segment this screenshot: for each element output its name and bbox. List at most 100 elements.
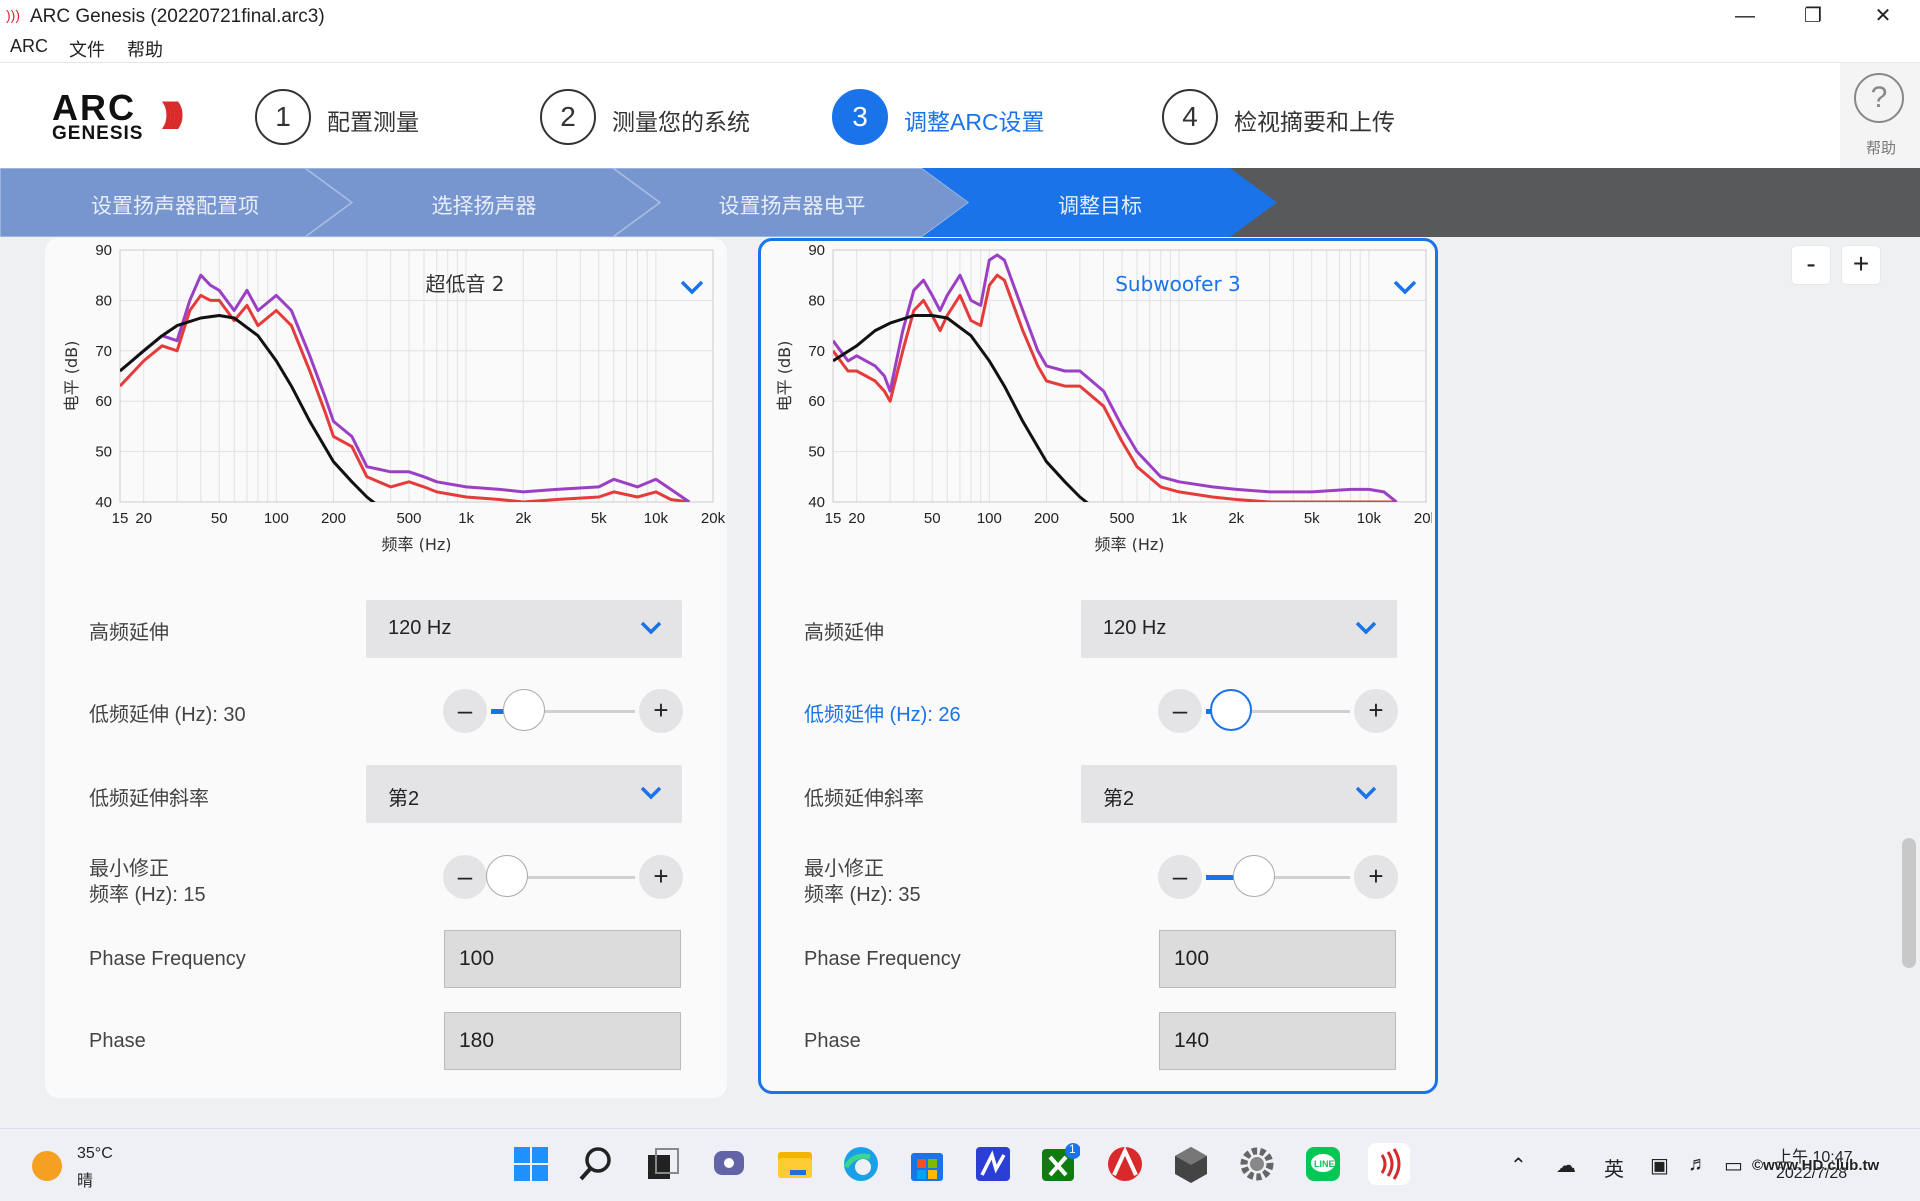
frequency-response-chart: 90 80 70 60 50 4015 20 50 100 200 500 1k 2k 5k 10k 20k 频…	[62, 242, 726, 554]
slider-knob[interactable]	[486, 855, 528, 897]
chevron-up-icon[interactable]: ⌃	[1510, 1153, 1527, 1178]
chat-icon[interactable]	[708, 1143, 750, 1185]
volume-icon[interactable]: ♬	[1688, 1153, 1708, 1176]
file-explorer-icon[interactable]	[774, 1143, 816, 1185]
vertical-scrollbar[interactable]	[1902, 838, 1916, 968]
zoom-out-button[interactable]: -	[1792, 246, 1830, 284]
settings-gear-icon[interactable]	[1236, 1143, 1278, 1185]
menu-file[interactable]: 文件	[69, 36, 105, 62]
line-app-icon[interactable]: LINE	[1302, 1143, 1344, 1185]
question-icon: ?	[1854, 73, 1904, 123]
y-axis-label: 电平 (dB)	[62, 341, 81, 412]
series-line-3	[120, 314, 376, 502]
app-icon-blue[interactable]	[972, 1143, 1014, 1185]
onedrive-icon[interactable]: ☁	[1556, 1153, 1576, 1178]
y-tick-label: 70	[808, 343, 825, 360]
x-tick-label: 10k	[1357, 510, 1382, 527]
y-tick-label: 50	[808, 444, 825, 461]
restore-button[interactable]: ❐	[1778, 0, 1848, 32]
title-bar: ))) ARC Genesis (20220721final.arc3) — ❐…	[0, 0, 1920, 32]
x-tick-label: 50	[924, 510, 941, 527]
min-correction-freq-label: 频率 (Hz): 15	[89, 884, 206, 906]
windows-start-icon[interactable]	[510, 1143, 552, 1185]
min-plus-button[interactable]: +	[1354, 855, 1398, 899]
notification-badge: 1	[1069, 1142, 1076, 1156]
min-minus-button[interactable]: –	[443, 855, 487, 899]
xbox-icon[interactable]: 1	[1038, 1142, 1081, 1185]
lf-extension-slider[interactable]: – +	[443, 686, 683, 736]
lf-plus-button[interactable]: +	[1354, 689, 1398, 733]
x-tick-label: 10k	[644, 510, 669, 527]
x-tick-label: 20k	[701, 510, 726, 527]
min-minus-button[interactable]: –	[1158, 855, 1202, 899]
minimize-button[interactable]: —	[1710, 0, 1780, 32]
y-tick-label: 90	[808, 242, 825, 259]
x-tick-label: 200	[1034, 510, 1059, 527]
search-icon[interactable]	[576, 1143, 618, 1185]
min-correction-slider[interactable]: – +	[1158, 852, 1398, 902]
task-view-icon[interactable]	[642, 1143, 684, 1185]
weather-temp: 35°C	[77, 1145, 113, 1162]
min-correction-freq-label: 频率 (Hz): 35	[804, 884, 921, 906]
x-tick-label: 50	[211, 510, 228, 527]
speaker-select-chevron-icon[interactable]	[1393, 280, 1417, 295]
speaker-name-label: Subwoofer 3	[1115, 272, 1241, 296]
min-plus-button[interactable]: +	[639, 855, 683, 899]
battery-icon[interactable]: ▭	[1724, 1153, 1743, 1178]
cube-app-icon[interactable]	[1170, 1143, 1212, 1185]
zoom-in-button[interactable]: +	[1842, 246, 1880, 284]
affinity-icon[interactable]	[1104, 1143, 1146, 1185]
sub-steps-bar: 设置扬声器配置项 选择扬声器 设置扬声器电平 调整目标	[0, 168, 1920, 237]
phase-label: Phase	[89, 1030, 146, 1052]
x-axis-label: 频率 (Hz)	[381, 535, 451, 554]
x-tick-label: 1k	[458, 510, 474, 527]
network-icon[interactable]: ▣	[1650, 1153, 1669, 1178]
phase-input[interactable]: 140	[1159, 1012, 1396, 1070]
sound-waves-icon: ))))	[162, 97, 184, 130]
lf-plus-button[interactable]: +	[639, 689, 683, 733]
lf-minus-button[interactable]: –	[1158, 689, 1202, 733]
y-tick-label: 80	[95, 292, 112, 309]
lf-extension-label: 低频延伸 (Hz): 30	[89, 704, 246, 726]
slider-knob[interactable]	[1209, 689, 1252, 731]
lf-slope-dropdown[interactable]: 第2	[366, 765, 682, 823]
hf-extension-dropdown[interactable]: 120 Hz	[1081, 600, 1397, 658]
x-tick-label: 1k	[1171, 510, 1187, 527]
speaker-select-chevron-icon[interactable]	[680, 280, 704, 295]
input-language[interactable]: 英	[1604, 1153, 1624, 1182]
x-tick-label: 20	[135, 510, 152, 527]
lf-extension-slider[interactable]: – +	[1158, 686, 1398, 736]
x-tick-label: 20	[848, 510, 865, 527]
slider-knob[interactable]	[503, 689, 546, 731]
x-tick-label: 15	[112, 510, 129, 527]
x-tick-label: 5k	[591, 510, 607, 527]
x-tick-label: 15	[825, 510, 842, 527]
edge-browser-icon[interactable]	[840, 1143, 882, 1185]
sun-icon[interactable]	[32, 1151, 62, 1181]
x-tick-label: 200	[321, 510, 346, 527]
arc-genesis-taskbar-icon[interactable]	[1368, 1143, 1410, 1185]
phase-frequency-input[interactable]: 100	[444, 930, 681, 988]
slider-knob[interactable]	[1232, 855, 1275, 897]
y-tick-label: 60	[95, 393, 112, 410]
lf-slope-dropdown[interactable]: 第2	[1081, 765, 1397, 823]
lf-minus-button[interactable]: –	[443, 689, 487, 733]
close-button[interactable]: ✕	[1848, 0, 1918, 32]
y-tick-label: 70	[95, 343, 112, 360]
phase-frequency-label: Phase Frequency	[89, 948, 246, 970]
app-icon: )))	[6, 7, 20, 23]
hf-extension-dropdown[interactable]: 120 Hz	[366, 600, 682, 658]
speaker-name-label: 超低音 2	[425, 272, 504, 296]
menu-arc[interactable]: ARC	[10, 36, 48, 57]
svg-text:LINE: LINE	[1314, 1159, 1335, 1169]
min-correction-slider[interactable]: – +	[443, 852, 683, 902]
help-button[interactable]: ? 帮助	[1840, 63, 1920, 169]
store-icon[interactable]	[906, 1143, 948, 1185]
phase-frequency-label: Phase Frequency	[804, 948, 961, 970]
x-tick-label: 5k	[1304, 510, 1320, 527]
phase-frequency-input[interactable]: 100	[1159, 930, 1396, 988]
phase-input[interactable]: 180	[444, 1012, 681, 1070]
menu-help[interactable]: 帮助	[127, 36, 163, 62]
chevron-down-icon	[1355, 786, 1377, 800]
x-tick-label: 500	[1109, 510, 1134, 527]
